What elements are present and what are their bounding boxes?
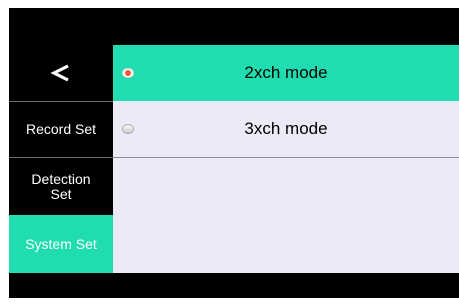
option-2xch-mode[interactable]: 2xch mode [113,45,459,101]
screen: Record Set Detection Set System Set 2xch… [9,8,459,298]
sidebar: Record Set Detection Set System Set [9,45,113,273]
options-panel: 2xch mode 3xch mode [113,45,459,273]
sidebar-item-detection-set[interactable]: Detection Set [9,159,113,214]
option-3xch-mode[interactable]: 3xch mode [113,101,459,158]
chevron-left-icon [50,64,69,81]
sidebar-item-label: System Set [25,235,97,252]
sidebar-item-label: Record Set [25,121,97,137]
sidebar-item-record-set[interactable]: Record Set [9,101,113,158]
option-label: 3xch mode [244,119,328,138]
sidebar-item-label: Detection Set [31,170,91,202]
option-label: 2xch mode [244,63,328,82]
back-button[interactable] [9,45,113,100]
device-frame: Record Set Detection Set System Set 2xch… [0,0,459,306]
sidebar-item-system-set[interactable]: System Set [9,215,113,273]
